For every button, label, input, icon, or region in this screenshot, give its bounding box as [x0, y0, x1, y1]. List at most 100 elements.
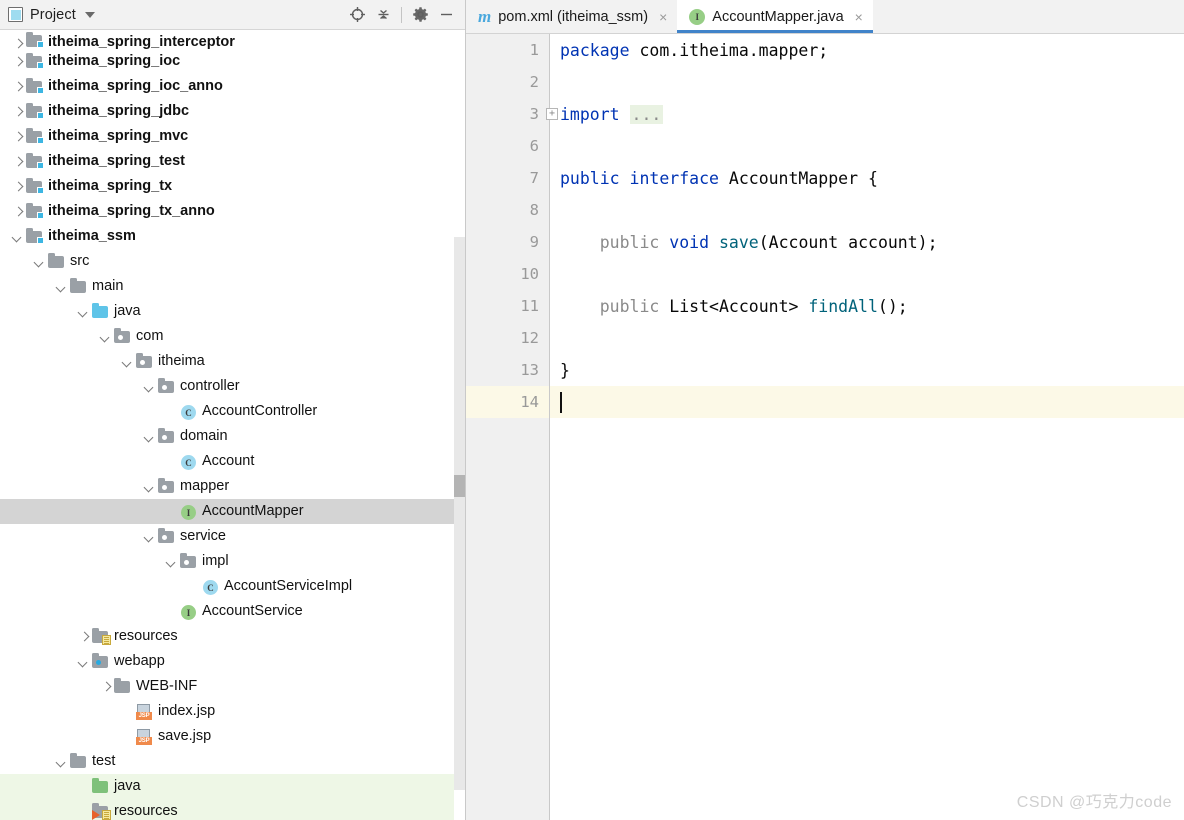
tree-node-itheima-spring-tx[interactable]: itheima_spring_tx: [0, 174, 465, 199]
chevron-down-icon[interactable]: [144, 381, 155, 392]
tree-node-itheima-spring-test[interactable]: itheima_spring_test: [0, 149, 465, 174]
chevron-right-icon[interactable]: [12, 106, 23, 117]
code-line-12[interactable]: [550, 322, 1184, 354]
tree-node-itheima-spring-tx-anno[interactable]: itheima_spring_tx_anno: [0, 199, 465, 224]
gutter-line-13[interactable]: 13: [466, 354, 549, 386]
chevron-down-icon[interactable]: [78, 306, 89, 317]
tree-node-controller[interactable]: controller: [0, 374, 465, 399]
gutter-line-8[interactable]: 8: [466, 194, 549, 226]
tree-node-service[interactable]: service: [0, 524, 465, 549]
chevron-down-icon[interactable]: [84, 11, 95, 18]
chevron-right-icon[interactable]: [100, 681, 111, 692]
project-tree-scrollbar[interactable]: [454, 30, 465, 820]
tree-node-save-jsp[interactable]: JSP save.jsp: [0, 724, 465, 749]
chevron-down-icon[interactable]: [100, 331, 111, 342]
tree-node-accountmapper[interactable]: I AccountMapper: [0, 499, 465, 524]
tree-node-com[interactable]: com: [0, 324, 465, 349]
editor-tab-pom.xml[interactable]: m pom.xml (itheima_ssm) ×: [466, 0, 678, 33]
chevron-down-icon[interactable]: [56, 756, 67, 767]
code-line-10[interactable]: [550, 258, 1184, 290]
project-tree[interactable]: itheima_spring_interceptor itheima_spring…: [0, 30, 465, 820]
gear-icon[interactable]: [407, 3, 433, 27]
tree-node-itheima-spring-interceptor[interactable]: itheima_spring_interceptor: [0, 30, 465, 49]
chevron-down-icon[interactable]: [166, 556, 177, 567]
gutter-line-6[interactable]: 6: [466, 130, 549, 162]
scrollbar-thumb[interactable]: [454, 475, 465, 497]
code-line-6[interactable]: [550, 130, 1184, 162]
chevron-right-icon[interactable]: [12, 81, 23, 92]
tree-node-label: main: [92, 278, 124, 295]
gutter-line-11[interactable]: 11: [466, 290, 549, 322]
code-line-8[interactable]: [550, 194, 1184, 226]
tree-node-main[interactable]: main: [0, 274, 465, 299]
code-line-1[interactable]: package com.itheima.mapper;: [550, 34, 1184, 66]
chevron-down-icon[interactable]: [144, 531, 155, 542]
fold-expand-icon[interactable]: +: [546, 108, 558, 120]
tree-node-java[interactable]: java: [0, 774, 465, 799]
tree-node-index-jsp[interactable]: JSP index.jsp: [0, 699, 465, 724]
chevron-down-icon[interactable]: [34, 256, 45, 267]
code-line-13[interactable]: }: [550, 354, 1184, 386]
code-pane[interactable]: package com.itheima.mapper; import ... pub…: [550, 34, 1184, 820]
chevron-right-icon[interactable]: [12, 56, 23, 67]
chevron-down-icon[interactable]: [78, 656, 89, 667]
chevron-right-icon[interactable]: [12, 131, 23, 142]
chevron-down-icon[interactable]: [144, 481, 155, 492]
code-line-3[interactable]: import ...: [550, 98, 1184, 130]
chevron-right-icon[interactable]: [12, 206, 23, 217]
gutter-line-12[interactable]: 12: [466, 322, 549, 354]
chevron-right-icon[interactable]: [12, 38, 23, 49]
code-line-2[interactable]: [550, 66, 1184, 98]
tree-node-src[interactable]: src: [0, 249, 465, 274]
tree-node-accountservice[interactable]: I AccountService: [0, 599, 465, 624]
tree-node-webapp[interactable]: webapp: [0, 649, 465, 674]
gutter-line-10[interactable]: 10: [466, 258, 549, 290]
gutter-line-14[interactable]: 14: [466, 386, 549, 418]
locate-target-icon[interactable]: [344, 3, 370, 27]
tree-node-itheima-spring-ioc-anno[interactable]: itheima_spring_ioc_anno: [0, 74, 465, 99]
tree-node-test[interactable]: test: [0, 749, 465, 774]
tree-node-itheima-spring-ioc[interactable]: itheima_spring_ioc: [0, 49, 465, 74]
editor-gutter[interactable]: 123+67C891011121314: [466, 34, 571, 820]
tree-node-domain[interactable]: domain: [0, 424, 465, 449]
project-view-selector[interactable]: Project: [8, 7, 95, 23]
close-icon[interactable]: ×: [855, 10, 863, 24]
gutter-line-1[interactable]: 1: [466, 34, 549, 66]
code-token: findAll: [808, 296, 878, 316]
tree-node-web-inf[interactable]: WEB-INF: [0, 674, 465, 699]
folded-imports-placeholder[interactable]: ...: [629, 104, 664, 124]
tree-node-itheima-spring-jdbc[interactable]: itheima_spring_jdbc: [0, 99, 465, 124]
tree-node-account[interactable]: C Account: [0, 449, 465, 474]
gutter-line-7[interactable]: 7C: [466, 162, 571, 194]
tree-node-itheima-spring-mvc[interactable]: itheima_spring_mvc: [0, 124, 465, 149]
scrollbar-track[interactable]: [454, 237, 465, 790]
chevron-right-icon[interactable]: [12, 156, 23, 167]
gutter-line-2[interactable]: 2: [466, 66, 549, 98]
minimize-icon[interactable]: [433, 3, 459, 27]
tree-node-accountcontroller[interactable]: C AccountController: [0, 399, 465, 424]
chevron-right-icon[interactable]: [12, 181, 23, 192]
chevron-down-icon[interactable]: [122, 356, 133, 367]
code-line-14[interactable]: [550, 386, 1184, 418]
editor-tab-accountmapper.java[interactable]: I AccountMapper.java ×: [677, 0, 873, 33]
tree-node-accountserviceimpl[interactable]: C AccountServiceImpl: [0, 574, 465, 599]
tree-node-resources[interactable]: resources: [0, 624, 465, 649]
code-line-9[interactable]: public void save (Account account);: [550, 226, 1184, 258]
tree-node-resources[interactable]: resources: [0, 799, 465, 820]
gutter-line-9[interactable]: 9: [466, 226, 549, 258]
tree-node-label: itheima: [158, 353, 205, 370]
chevron-down-icon[interactable]: [12, 231, 23, 242]
close-icon[interactable]: ×: [659, 10, 667, 24]
chevron-right-icon[interactable]: [78, 631, 89, 642]
tree-node-itheima[interactable]: itheima: [0, 349, 465, 374]
code-line-11[interactable]: public List<Account> findAll ();: [550, 290, 1184, 322]
tree-node-mapper[interactable]: mapper: [0, 474, 465, 499]
collapse-all-icon[interactable]: [370, 3, 396, 27]
tree-node-java[interactable]: java: [0, 299, 465, 324]
tree-node-impl[interactable]: impl: [0, 549, 465, 574]
tree-node-itheima-ssm[interactable]: itheima_ssm: [0, 224, 465, 249]
code-line-7[interactable]: public interface AccountMapper {: [550, 162, 1184, 194]
gutter-line-3[interactable]: 3 +: [466, 98, 558, 130]
chevron-down-icon[interactable]: [56, 281, 67, 292]
chevron-down-icon[interactable]: [144, 431, 155, 442]
